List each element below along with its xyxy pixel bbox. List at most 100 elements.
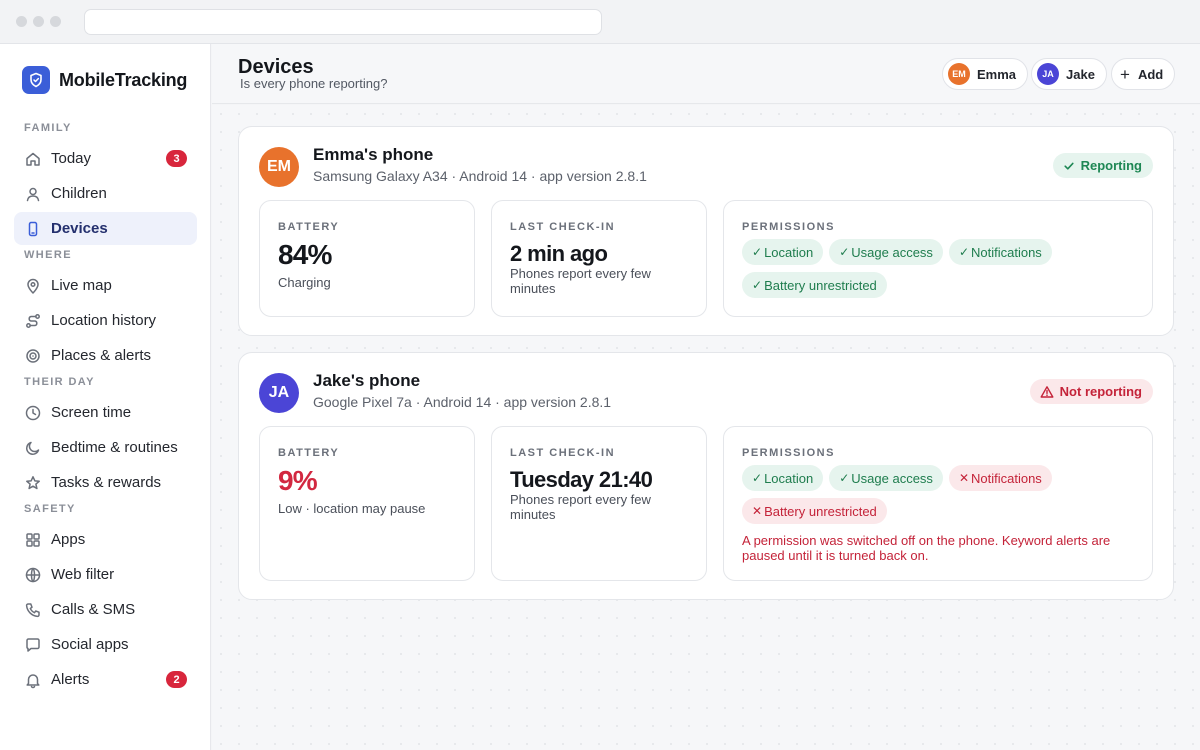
check-icon: ✓	[752, 278, 763, 292]
window-minimize-dot[interactable]	[33, 16, 44, 27]
sidebar-item-screen-time[interactable]: Screen time	[14, 396, 197, 429]
permissions-list: ✓ Location ✓ Usage access ✕ Notifications ✕ Bat…	[742, 465, 1142, 524]
window-close-dot[interactable]	[16, 16, 27, 27]
nav-section-title: WHERE	[24, 249, 72, 261]
sidebar-item-alerts[interactable]: Alerts 2	[14, 663, 197, 696]
sidebar-item-apps[interactable]: Apps	[14, 523, 197, 556]
device-name: Emma's phone	[313, 145, 434, 164]
battery-label: BATTERY	[278, 221, 340, 233]
page-subtitle: Is every phone reporting?	[240, 76, 388, 91]
check-icon: ✓	[958, 245, 969, 259]
sidebar-item-label: Alerts	[51, 671, 90, 688]
permissions-panel: PERMISSIONS ✓ Location ✓ Usage access ✓ Notif…	[723, 200, 1153, 317]
sidebar-item-label: Calls & SMS	[51, 601, 136, 618]
device-name: Jake's phone	[313, 371, 421, 390]
checkin-label: LAST CHECK-IN	[510, 447, 616, 459]
permission-label: Notifications	[971, 244, 1042, 260]
profile-chip-label: Emma	[977, 66, 1017, 82]
sidebar-item-label: Bedtime & routines	[51, 439, 178, 456]
check-icon: ✓	[839, 245, 850, 259]
nav-section-title: THEIR DAY	[24, 376, 95, 388]
checkin-value: Tuesday 21:40	[510, 467, 653, 492]
permission-label: Usage access	[851, 244, 933, 260]
window-zoom-dot[interactable]	[50, 16, 61, 27]
nav-section-title: SAFETY	[24, 503, 76, 515]
checkin-label: LAST CHECK-IN	[510, 221, 616, 233]
profile-chip-emma[interactable]: EM Emma	[942, 58, 1029, 90]
sidebar-item-devices[interactable]: Devices	[14, 212, 197, 245]
permission-label: Location	[764, 244, 814, 260]
chat-icon	[24, 636, 42, 654]
permission-chip: ✕ Notifications	[948, 465, 1052, 491]
grid-icon	[24, 531, 42, 549]
permission-chip: ✓ Battery unrestricted	[742, 272, 887, 298]
status-badge: Reporting	[1052, 153, 1153, 178]
battery-panel: BATTERY 9% Low · location may pause	[259, 426, 475, 581]
sidebar-item-bedtime-routines[interactable]: Bedtime & routines	[14, 431, 197, 464]
sidebar-item-social-apps[interactable]: Social apps	[14, 628, 197, 661]
sidebar-item-today[interactable]: Today 3	[14, 142, 197, 175]
permission-label: Battery unrestricted	[764, 277, 877, 293]
sidebar-item-label: Apps	[51, 531, 86, 548]
x-icon: ✕	[752, 504, 763, 518]
permission-chip: ✕ Battery unrestricted	[742, 498, 887, 524]
sidebar-item-label: Screen time	[51, 404, 132, 421]
sidebar-item-web-filter[interactable]: Web filter	[14, 558, 197, 591]
target-icon	[24, 347, 42, 365]
star-icon	[24, 474, 42, 492]
window-titlebar	[0, 0, 1200, 44]
permission-label: Notifications	[971, 470, 1042, 486]
sidebar-item-label: Today	[51, 150, 92, 167]
map-pin-icon	[24, 277, 42, 295]
battery-status: Charging	[278, 275, 331, 290]
battery-value: 9%	[278, 465, 318, 496]
route-icon	[24, 312, 42, 330]
sidebar-item-label: Location history	[51, 312, 157, 329]
checkin-note: Phones report every few minutes	[510, 492, 651, 522]
avatar: EM	[259, 147, 299, 187]
check-icon: ✓	[752, 245, 763, 259]
check-icon	[1063, 160, 1081, 172]
moon-icon	[24, 439, 42, 457]
sidebar-item-location-history[interactable]: Location history	[14, 304, 197, 337]
nav-section-title: FAMILY	[24, 122, 72, 134]
sidebar-item-live-map[interactable]: Live map	[14, 269, 197, 302]
globe-icon	[24, 566, 42, 584]
sidebar-item-places-alerts[interactable]: Places & alerts	[14, 339, 197, 372]
avatar: JA	[259, 373, 299, 413]
permissions-list: ✓ Location ✓ Usage access ✓ Notifications ✓ Bat…	[742, 239, 1142, 298]
sidebar: MobileTracking FAMILY Today 3 Children Devic…	[0, 44, 211, 750]
sidebar-item-tasks-rewards[interactable]: Tasks & rewards	[14, 466, 197, 499]
warning-icon	[1040, 385, 1060, 399]
sidebar-item-calls-sms[interactable]: Calls & SMS	[14, 593, 197, 626]
brand[interactable]: MobileTracking	[22, 66, 187, 94]
add-profile-button[interactable]: + Add	[1111, 58, 1176, 90]
device-meta: Samsung Galaxy A34 · Android 14 · app ve…	[313, 168, 647, 184]
profile-chip-jake[interactable]: JA Jake	[1031, 58, 1107, 90]
permission-chip: ✓ Usage access	[829, 239, 943, 265]
bell-icon	[24, 671, 42, 689]
devices-content: EM Emma's phone Samsung Galaxy A34 · And…	[212, 105, 1200, 750]
permission-warning: A permission was switched off on the pho…	[742, 533, 1111, 563]
permission-label: Usage access	[851, 470, 933, 486]
sidebar-item-children[interactable]: Children	[14, 177, 197, 210]
status-label: Not reporting	[1059, 384, 1142, 399]
permission-label: Battery unrestricted	[764, 503, 877, 519]
phone-icon	[24, 220, 42, 238]
sidebar-item-label: Devices	[51, 220, 108, 237]
shield-logo-icon	[22, 66, 50, 94]
page-header: Devices Is every phone reporting? EM Emm…	[212, 44, 1200, 104]
checkin-value: 2 min ago	[510, 241, 608, 266]
checkin-panel: LAST CHECK-IN 2 min ago Phones report ev…	[491, 200, 707, 317]
address-bar[interactable]	[84, 9, 602, 35]
sidebar-item-label: Live map	[51, 277, 112, 294]
avatar: JA	[1037, 63, 1059, 85]
status-label: Reporting	[1080, 158, 1142, 173]
battery-panel: BATTERY 84% Charging	[259, 200, 475, 317]
avatar: EM	[948, 63, 970, 85]
profile-chip-label: Jake	[1066, 66, 1095, 82]
device-card: JA Jake's phone Google Pixel 7a · Androi…	[238, 352, 1174, 600]
permission-label: Location	[764, 470, 814, 486]
sidebar-item-label: Social apps	[51, 636, 129, 653]
device-card: EM Emma's phone Samsung Galaxy A34 · And…	[238, 126, 1174, 336]
